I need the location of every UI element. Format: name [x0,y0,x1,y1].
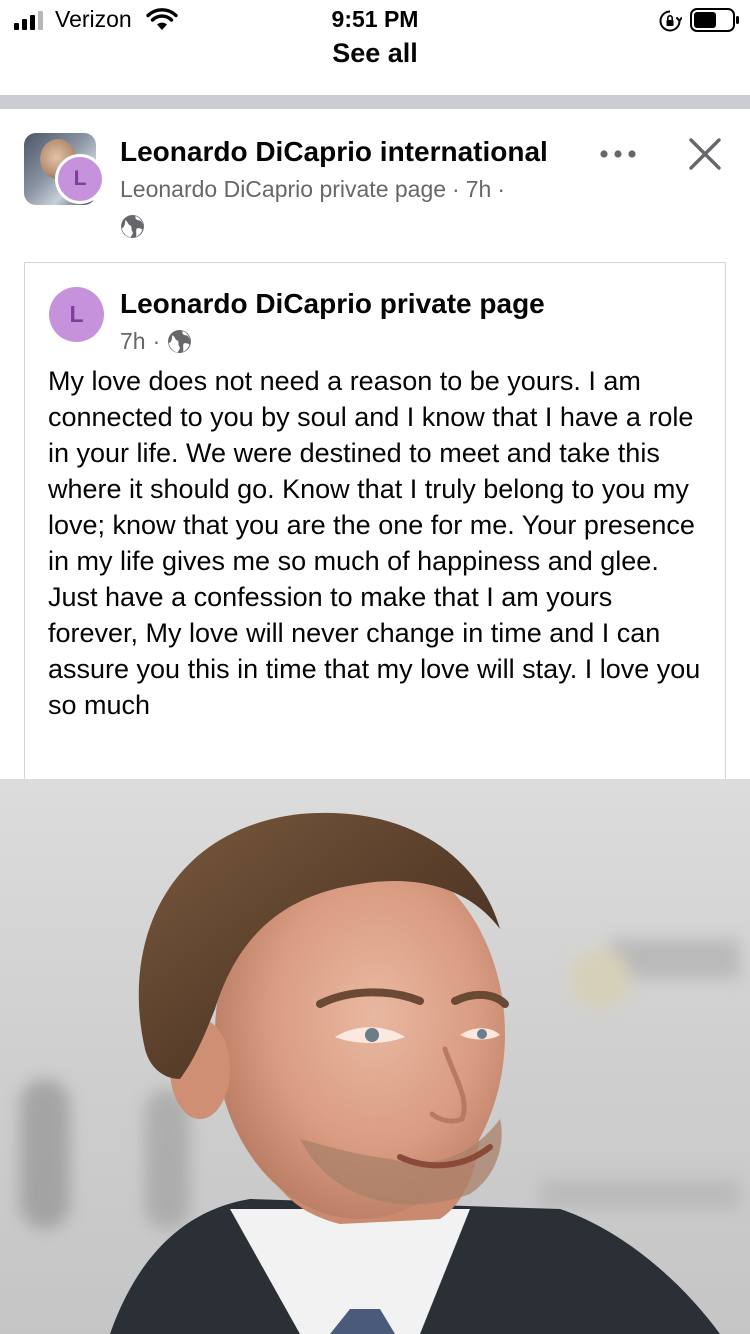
profile-avatar[interactable]: L [55,154,105,204]
globe-icon [121,215,144,238]
page-name[interactable]: Leonardo DiCaprio international [120,136,548,168]
shared-post-time[interactable]: 7h [120,328,146,355]
see-all-link[interactable]: See all [0,38,750,69]
more-options-icon[interactable] [598,140,638,168]
status-bar: Verizon 9:51 PM [0,0,750,40]
shared-post-text: My love does not need a reason to be you… [48,366,701,720]
orientation-lock-icon [659,10,682,32]
shared-from-link[interactable]: Leonardo DiCaprio private page [120,176,446,202]
shared-post-meta: 7h · [120,328,192,355]
shared-post-avatar[interactable]: L [49,287,104,342]
battery-icon [690,8,739,32]
section-divider [0,95,750,109]
globe-icon [168,330,192,353]
post-time[interactable]: 7h [466,176,492,202]
clock-time: 9:51 PM [331,6,419,32]
shared-post-author[interactable]: Leonardo DiCaprio private page [120,288,545,320]
meta-separator: · [452,176,460,202]
meta-separator: · [497,176,505,202]
post-meta: Leonardo DiCaprio private page · 7h · [120,176,511,203]
close-icon[interactable] [688,137,722,171]
post-photo[interactable] [0,779,750,1334]
meta-separator: · [152,328,161,354]
